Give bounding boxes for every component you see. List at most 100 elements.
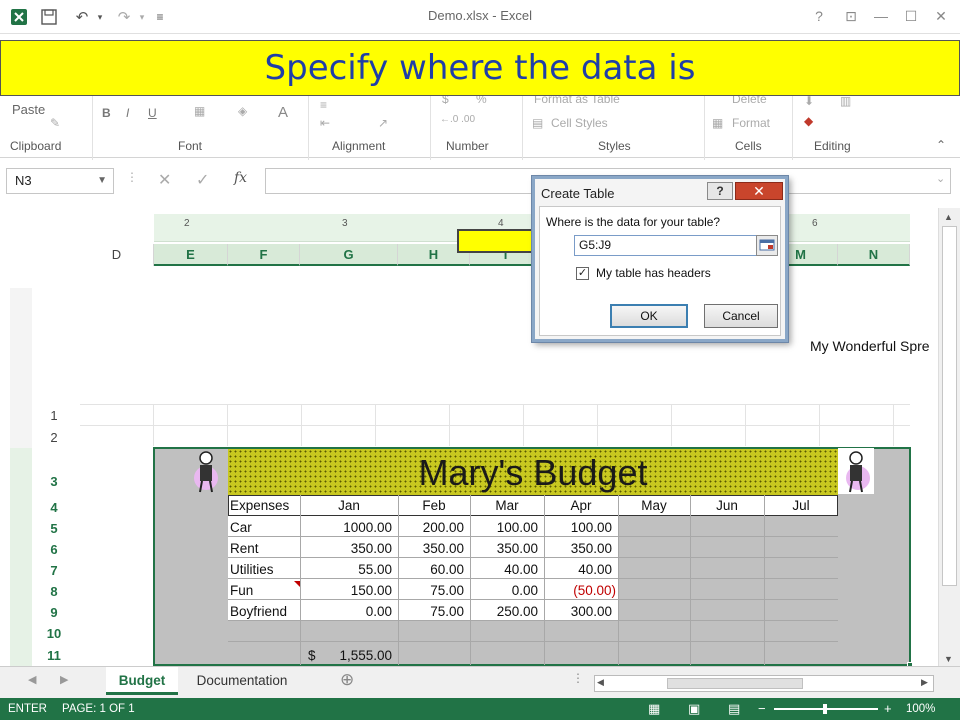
value-cell[interactable]: 60.00 bbox=[398, 562, 464, 577]
horizontal-scrollbar-thumb[interactable] bbox=[667, 678, 803, 689]
value-cell[interactable]: 40.00 bbox=[544, 562, 612, 577]
value-cell[interactable]: 350.00 bbox=[300, 541, 392, 556]
value-cell[interactable]: 250.00 bbox=[470, 604, 538, 619]
tab-documentation[interactable]: Documentation bbox=[182, 667, 302, 695]
decrease-indent-icon[interactable]: ⇤ bbox=[320, 116, 330, 130]
value-cell[interactable]: 55.00 bbox=[300, 562, 392, 577]
header-cell-jan[interactable]: Jan bbox=[300, 498, 398, 513]
expense-label[interactable]: Utilities bbox=[230, 562, 274, 577]
scroll-down-icon[interactable]: ▼ bbox=[944, 654, 953, 664]
help-icon[interactable]: ? bbox=[806, 4, 832, 28]
expense-label[interactable]: Rent bbox=[230, 541, 259, 556]
total-cell[interactable]: 1,555.00 bbox=[300, 648, 392, 663]
format-painter-icon[interactable]: ✎ bbox=[50, 116, 60, 130]
ok-button[interactable]: OK bbox=[610, 304, 688, 328]
orientation-icon[interactable]: ↗ bbox=[378, 116, 388, 130]
header-cell-expenses[interactable]: Expenses bbox=[230, 498, 289, 513]
underline-button[interactable]: U bbox=[148, 106, 157, 120]
zoom-level[interactable]: 100% bbox=[906, 703, 935, 715]
paste-button[interactable]: Paste bbox=[12, 102, 45, 117]
row-header-4[interactable]: 4 bbox=[40, 500, 68, 515]
dialog-close-button[interactable]: ✕ bbox=[735, 182, 783, 200]
expense-label[interactable]: Car bbox=[230, 520, 252, 535]
italic-button[interactable]: I bbox=[126, 106, 129, 120]
maximize-button[interactable]: ☐ bbox=[898, 4, 924, 28]
tab-budget[interactable]: Budget bbox=[106, 667, 178, 695]
row-header-2[interactable]: 2 bbox=[40, 430, 68, 445]
value-cell[interactable]: 0.00 bbox=[300, 604, 392, 619]
tab-scroll-right-icon[interactable]: ▶ bbox=[60, 673, 68, 686]
zoom-in-icon[interactable]: + bbox=[884, 701, 892, 716]
page-layout-view-icon[interactable]: ▣ bbox=[688, 701, 700, 717]
vertical-scrollbar[interactable]: ▲ ▼ bbox=[938, 208, 960, 666]
expense-label[interactable]: Boyfriend bbox=[230, 604, 287, 619]
confirm-entry-icon[interactable]: ✓ bbox=[196, 170, 209, 190]
row-header-7[interactable]: 7 bbox=[40, 563, 68, 578]
scrollbar-thumb[interactable] bbox=[942, 226, 957, 586]
row-header-11[interactable]: 11 bbox=[40, 648, 68, 663]
column-header-e[interactable]: E bbox=[154, 244, 228, 266]
headers-checkbox-label[interactable]: My table has headers bbox=[596, 266, 711, 280]
value-cell[interactable]: 350.00 bbox=[398, 541, 464, 556]
row-header-6[interactable]: 6 bbox=[40, 542, 68, 557]
row-header-9[interactable]: 9 bbox=[40, 605, 68, 620]
minimize-button[interactable]: — bbox=[868, 4, 894, 28]
value-cell[interactable]: 75.00 bbox=[398, 604, 464, 619]
header-cell-feb[interactable]: Feb bbox=[398, 498, 470, 513]
header-cell-mar[interactable]: Mar bbox=[470, 498, 544, 513]
row-header-1[interactable]: 1 bbox=[40, 408, 68, 423]
value-cell[interactable]: 1000.00 bbox=[300, 520, 392, 535]
column-header-d[interactable]: D bbox=[80, 244, 154, 266]
normal-view-icon[interactable]: ▦ bbox=[648, 701, 660, 717]
close-button[interactable]: ✕ bbox=[928, 4, 954, 28]
scroll-right-icon[interactable]: ▶ bbox=[921, 677, 928, 688]
value-cell[interactable]: 100.00 bbox=[544, 520, 612, 535]
budget-title[interactable]: Mary's Budget bbox=[228, 452, 838, 494]
fill-color-icon[interactable]: ◈ bbox=[238, 104, 247, 118]
fill-icon[interactable]: ⬇ bbox=[804, 94, 814, 108]
borders-icon[interactable]: ▦ bbox=[194, 104, 205, 118]
increase-decimal-icon[interactable]: ←.0 .00 bbox=[440, 114, 475, 125]
value-cell[interactable]: 150.00 bbox=[300, 583, 392, 598]
cell-styles-button[interactable]: Cell Styles bbox=[551, 116, 608, 130]
tab-scroll-left-icon[interactable]: ◀ bbox=[28, 673, 36, 686]
value-cell[interactable]: 0.00 bbox=[470, 583, 538, 598]
scroll-left-icon[interactable]: ◀ bbox=[597, 677, 604, 688]
bold-button[interactable]: B bbox=[102, 106, 111, 120]
column-header-n[interactable]: N bbox=[838, 244, 910, 266]
negative-value-cell[interactable]: (50.00) bbox=[544, 583, 616, 598]
clear-icon[interactable]: ◆ bbox=[804, 114, 813, 128]
column-header-f[interactable]: F bbox=[228, 244, 300, 266]
header-cell-may[interactable]: May bbox=[618, 498, 690, 513]
format-button[interactable]: Format bbox=[732, 116, 770, 130]
value-cell[interactable]: 75.00 bbox=[398, 583, 464, 598]
header-cell-apr[interactable]: Apr bbox=[544, 498, 618, 513]
row-header-10[interactable]: 10 bbox=[40, 626, 68, 641]
add-sheet-button[interactable]: ⊕ bbox=[340, 670, 354, 690]
value-cell[interactable]: 200.00 bbox=[398, 520, 464, 535]
header-cell-jul[interactable]: Jul bbox=[764, 498, 838, 513]
cancel-entry-icon[interactable]: ✕ bbox=[158, 170, 171, 190]
align-left-icon[interactable]: ≡ bbox=[320, 98, 327, 112]
sort-filter-icon[interactable]: ▥ bbox=[840, 94, 851, 108]
page-break-view-icon[interactable]: ▤ bbox=[728, 701, 740, 717]
worksheet[interactable]: 2 3 4 6 D E F G H I M N My Wonderful Spr… bbox=[0, 208, 938, 666]
zoom-out-icon[interactable]: − bbox=[758, 701, 766, 716]
tab-split-icon[interactable]: ⋮ bbox=[572, 671, 584, 685]
row-header-5[interactable]: 5 bbox=[40, 521, 68, 536]
chevron-down-icon[interactable]: ▼ bbox=[97, 169, 107, 193]
insert-function-button[interactable]: fx bbox=[234, 170, 247, 186]
expense-label[interactable]: Fun bbox=[230, 583, 253, 598]
value-cell[interactable]: 40.00 bbox=[470, 562, 538, 577]
value-cell[interactable]: 350.00 bbox=[470, 541, 538, 556]
expand-formula-icon[interactable]: ⌄ bbox=[936, 172, 945, 185]
cancel-button[interactable]: Cancel bbox=[704, 304, 778, 328]
ribbon-display-icon[interactable]: ⊡ bbox=[838, 4, 864, 28]
headers-checkbox[interactable]: ✓ bbox=[576, 267, 589, 280]
value-cell[interactable]: 350.00 bbox=[544, 541, 612, 556]
spreadsheet-title-cell[interactable]: My Wonderful Spre bbox=[810, 338, 930, 354]
header-cell-jun[interactable]: Jun bbox=[690, 498, 764, 513]
scroll-up-icon[interactable]: ▲ bbox=[944, 212, 953, 222]
zoom-slider-thumb[interactable] bbox=[823, 704, 827, 714]
value-cell[interactable]: 300.00 bbox=[544, 604, 612, 619]
